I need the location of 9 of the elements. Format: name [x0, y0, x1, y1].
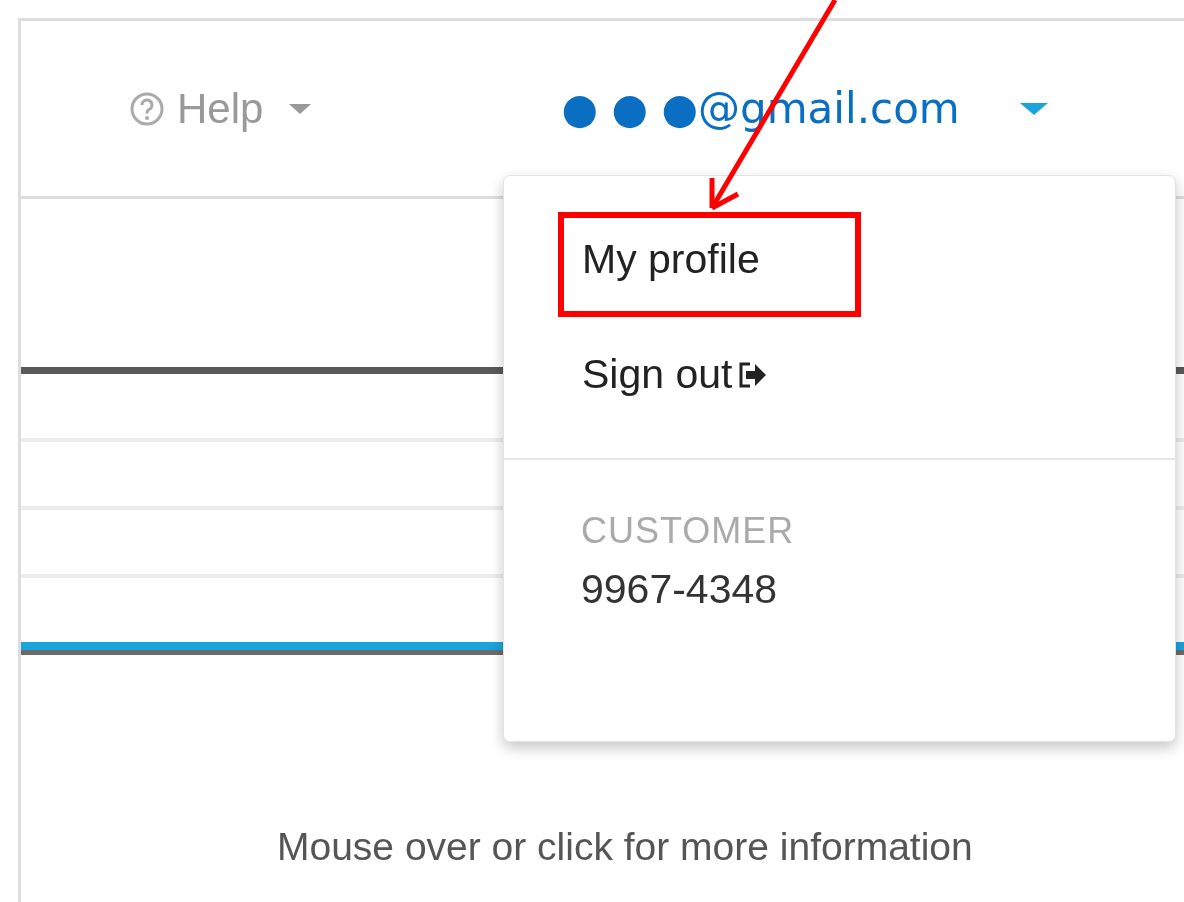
hint-text: Mouse over or click for more information — [277, 825, 974, 869]
menu-link[interactable]: My profile — [558, 212, 861, 317]
sign-out-link[interactable]: Sign out — [558, 327, 861, 432]
help-icon — [129, 90, 165, 127]
customer-label: CUSTOMER — [581, 510, 796, 552]
sign-out-icon — [738, 360, 769, 389]
caret-icon[interactable] — [1019, 102, 1048, 115]
caret-icon — [289, 103, 312, 114]
customer-number: 9967-4348 — [581, 566, 779, 613]
